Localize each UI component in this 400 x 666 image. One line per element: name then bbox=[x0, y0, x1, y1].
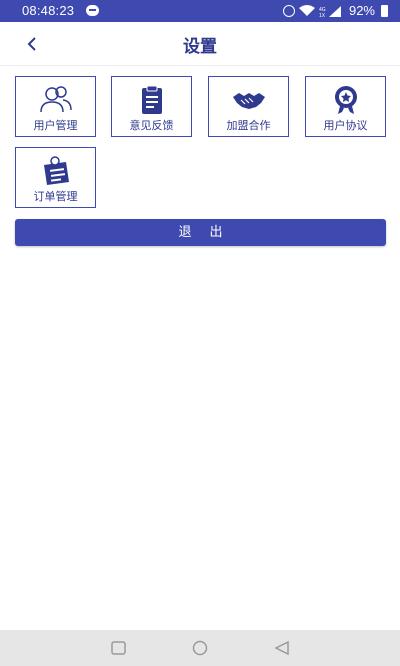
back-triangle-icon[interactable] bbox=[273, 640, 291, 656]
tile-partnership[interactable]: 加盟合作 bbox=[208, 76, 289, 137]
wifi-icon bbox=[298, 4, 315, 16]
clipboard-icon bbox=[141, 85, 162, 114]
signal-icon: 4G 1X bbox=[319, 5, 341, 17]
battery-icon bbox=[381, 4, 388, 17]
tile-label: 意见反馈 bbox=[129, 119, 174, 132]
status-bar: 08:48:23 4G 1X 92% bbox=[0, 0, 400, 22]
system-nav-bar bbox=[0, 630, 400, 666]
tile-user-management[interactable]: 用户管理 bbox=[15, 76, 96, 137]
page-title: 设置 bbox=[183, 37, 217, 57]
tile-label: 加盟合作 bbox=[226, 119, 271, 132]
app-header: 设置 bbox=[0, 22, 400, 66]
battery-percent: 92% bbox=[348, 3, 375, 18]
award-icon bbox=[334, 86, 357, 114]
users-icon bbox=[39, 86, 72, 113]
logout-button[interactable]: 退出 bbox=[15, 219, 386, 246]
handshake-icon bbox=[232, 93, 265, 109]
order-icon bbox=[43, 156, 69, 185]
svg-text:1X: 1X bbox=[319, 13, 326, 17]
tile-order-management[interactable]: 订单管理 bbox=[15, 147, 96, 208]
message-icon bbox=[86, 5, 99, 16]
tile-label: 用户协议 bbox=[323, 119, 368, 132]
alarm-icon bbox=[282, 4, 295, 17]
tile-label: 订单管理 bbox=[33, 190, 78, 203]
tile-user-agreement[interactable]: 用户协议 bbox=[305, 76, 386, 137]
status-time: 08:48:23 bbox=[22, 3, 75, 18]
home-circle-icon[interactable] bbox=[191, 640, 209, 656]
recents-square-icon[interactable] bbox=[110, 640, 128, 656]
tile-label: 用户管理 bbox=[33, 119, 78, 132]
tile-feedback[interactable]: 意见反馈 bbox=[111, 76, 192, 137]
